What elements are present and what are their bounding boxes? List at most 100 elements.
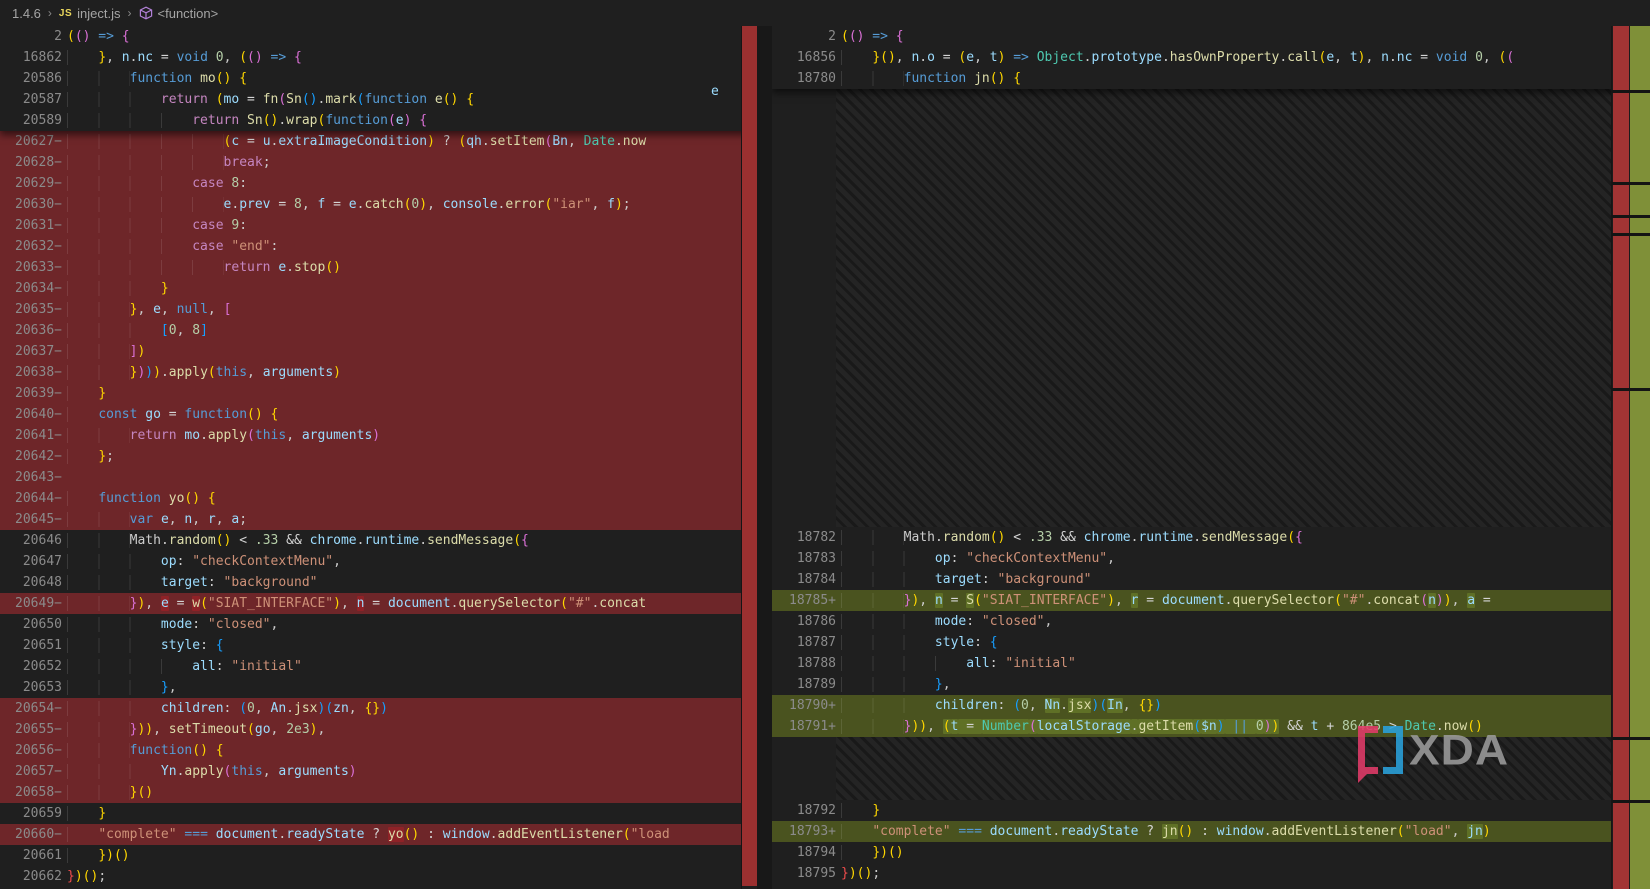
line-number[interactable]: 20589 — [0, 110, 67, 131]
line-number[interactable]: 20658− — [0, 782, 67, 803]
line-number[interactable]: 20638− — [0, 362, 67, 383]
breadcrumb-item[interactable]: 1.4.6 — [12, 6, 41, 21]
line-number[interactable]: 20636− — [0, 320, 67, 341]
code-line[interactable]: 20655− })), setTimeout(go, 2e3), — [0, 719, 757, 740]
diff-original-editor[interactable]: 2(() => {16862 }, n.nc = void 0, (() => … — [0, 26, 757, 889]
line-number[interactable]: 20653 — [0, 677, 67, 698]
diff-modified-editor[interactable]: 2(() => {16856 }(), n.o = (e, t) => Obje… — [772, 26, 1650, 889]
code-line[interactable]: 18794 })() — [772, 842, 1650, 863]
line-number[interactable]: 20631− — [0, 215, 67, 236]
line-number[interactable]: 18780 — [772, 68, 841, 89]
line-number[interactable]: 18791+ — [772, 716, 841, 737]
code-line[interactable]: 20631− case 9: — [0, 215, 757, 236]
code-line[interactable]: 18786 mode: "closed", — [772, 611, 1650, 632]
code-line[interactable]: 20656− function() { — [0, 740, 757, 761]
sticky-scroll-right[interactable]: 2(() => {16856 }(), n.o = (e, t) => Obje… — [772, 26, 1650, 89]
line-number[interactable]: 18795 — [772, 863, 841, 884]
line-number[interactable]: 18794 — [772, 842, 841, 863]
line-number[interactable]: 20657− — [0, 761, 67, 782]
code-line[interactable]: 18789 }, — [772, 674, 1650, 695]
line-number[interactable]: 16862 — [0, 47, 67, 68]
line-number[interactable]: 20641− — [0, 425, 67, 446]
line-number[interactable]: 18790+ — [772, 695, 841, 716]
code-line[interactable]: 20641− return mo.apply(this, arguments) — [0, 425, 757, 446]
line-number[interactable]: 20652 — [0, 656, 67, 677]
line-number[interactable]: 20630− — [0, 194, 67, 215]
code-line[interactable]: 16856 }(), n.o = (e, t) => Object.protot… — [772, 47, 1650, 68]
code-line[interactable]: 18788 all: "initial" — [772, 653, 1650, 674]
line-number[interactable]: 20648 — [0, 572, 67, 593]
line-number[interactable]: 20635− — [0, 299, 67, 320]
code-line[interactable]: 18782 Math.random() < .33 && chrome.runt… — [772, 527, 1650, 548]
code-line[interactable]: 20634− } — [0, 278, 757, 299]
code-line[interactable]: 20648 target: "background" — [0, 572, 757, 593]
line-number[interactable]: 18782 — [772, 527, 841, 548]
code-line[interactable]: 18787 style: { — [772, 632, 1650, 653]
line-number[interactable]: 20587 — [0, 89, 67, 110]
line-number[interactable]: 20656− — [0, 740, 67, 761]
line-number[interactable]: 18789 — [772, 674, 841, 695]
line-number[interactable]: 18793+ — [772, 821, 841, 842]
line-number[interactable]: 18783 — [772, 548, 841, 569]
code-line[interactable]: 20642− }; — [0, 446, 757, 467]
code-line[interactable]: 20637− ]) — [0, 341, 757, 362]
line-number[interactable]: 16856 — [772, 47, 841, 68]
line-number[interactable]: 20654− — [0, 698, 67, 719]
line-number[interactable]: 20639− — [0, 383, 67, 404]
code-line[interactable]: 18790+ children: (0, Nn.jsx)(In, {}) — [772, 695, 1650, 716]
code-line[interactable]: 20662})(); — [0, 866, 757, 887]
code-line[interactable]: 16862 }, n.nc = void 0, (() => { — [0, 47, 757, 68]
code-line[interactable]: 20654− children: (0, An.jsx)(zn, {}) — [0, 698, 757, 719]
code-line[interactable]: 20633− return e.stop() — [0, 257, 757, 278]
line-number[interactable]: 20645− — [0, 509, 67, 530]
line-number[interactable]: 2 — [0, 26, 67, 47]
line-number[interactable]: 20633− — [0, 257, 67, 278]
line-number[interactable]: 2 — [772, 26, 841, 47]
line-number[interactable]: 20640− — [0, 404, 67, 425]
line-number[interactable]: 20660− — [0, 824, 67, 845]
code-line[interactable]: 2(() => { — [0, 26, 757, 47]
line-number[interactable]: 20634− — [0, 278, 67, 299]
line-number[interactable]: 20651 — [0, 635, 67, 656]
code-line[interactable]: 20644− function yo() { — [0, 488, 757, 509]
code-line[interactable]: 20640− const go = function() { — [0, 404, 757, 425]
line-number[interactable]: 20627− — [0, 131, 67, 152]
line-number[interactable]: 18788 — [772, 653, 841, 674]
code-line[interactable]: 2(() => { — [772, 26, 1650, 47]
line-number[interactable]: 20661 — [0, 845, 67, 866]
line-number[interactable]: 20650 — [0, 614, 67, 635]
code-line[interactable]: 20632− case "end": — [0, 236, 757, 257]
line-number[interactable]: 20628− — [0, 152, 67, 173]
code-line[interactable]: 20653 }, — [0, 677, 757, 698]
code-line[interactable]: 20627− (c = u.extraImageCondition) ? (qh… — [0, 131, 757, 152]
code-line[interactable]: 20650 mode: "closed", — [0, 614, 757, 635]
code-line[interactable]: 18792 } — [772, 800, 1650, 821]
code-line[interactable]: 18780 function jn() { — [772, 68, 1650, 89]
line-number[interactable]: 18792 — [772, 800, 841, 821]
overview-ruler-right[interactable] — [1611, 26, 1650, 889]
code-line[interactable]: 20589 return Sn().wrap(function(e) { — [0, 110, 757, 131]
line-number[interactable]: 18786 — [772, 611, 841, 632]
code-line[interactable]: 20649− }), e = w("SIAT_INTERFACE"), n = … — [0, 593, 757, 614]
line-number[interactable]: 20632− — [0, 236, 67, 257]
code-line[interactable]: 20643− — [0, 467, 757, 488]
code-line[interactable]: 20636− [0, 8] — [0, 320, 757, 341]
code-line[interactable]: 20647 op: "checkContextMenu", — [0, 551, 757, 572]
code-line[interactable]: 20638− }))).apply(this, arguments) — [0, 362, 757, 383]
code-line[interactable]: 20587 return (mo = fn(Sn().mark(function… — [0, 89, 757, 110]
line-number[interactable]: 20662 — [0, 866, 67, 887]
line-number[interactable]: 20659 — [0, 803, 67, 824]
code-line[interactable]: 20660− "complete" === document.readyStat… — [0, 824, 757, 845]
code-line[interactable]: 20639− } — [0, 383, 757, 404]
code-line[interactable]: 20658− }() — [0, 782, 757, 803]
code-line[interactable]: 18795})(); — [772, 863, 1650, 884]
line-number[interactable]: 20637− — [0, 341, 67, 362]
code-line[interactable]: 18791+ })), (t = Number(localStorage.get… — [772, 716, 1650, 737]
line-number[interactable]: 20642− — [0, 446, 67, 467]
code-line[interactable]: 18783 op: "checkContextMenu", — [772, 548, 1650, 569]
code-line[interactable]: 20657− Yn.apply(this, arguments) — [0, 761, 757, 782]
code-line[interactable]: 20645− var e, n, r, a; — [0, 509, 757, 530]
line-number[interactable]: 18784 — [772, 569, 841, 590]
line-number[interactable]: 20643− — [0, 467, 67, 488]
line-number[interactable]: 20649− — [0, 593, 67, 614]
